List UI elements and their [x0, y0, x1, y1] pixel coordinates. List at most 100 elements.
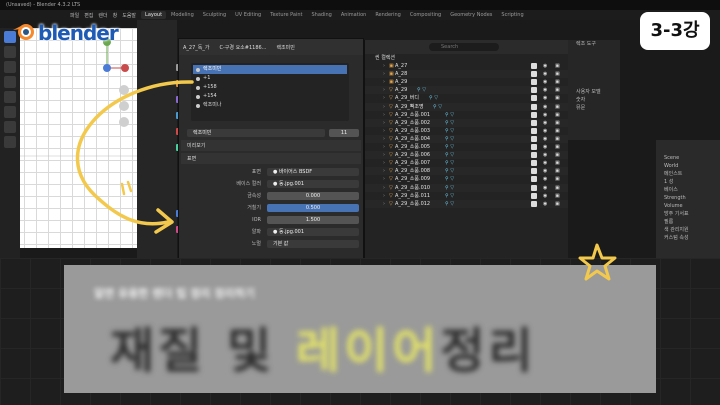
object-row[interactable]: › ▽ A_29_소품.003 ⚲ ▽ ◉ ▣ [365, 127, 568, 135]
panel-item[interactable]: 방주 기서표 [656, 210, 720, 218]
render-camera-icon[interactable]: ▣ [555, 135, 560, 143]
expand-arrow-icon[interactable]: › [383, 86, 385, 94]
render-camera-icon[interactable]: ▣ [555, 70, 560, 78]
expand-arrow-icon[interactable]: › [383, 78, 385, 86]
object-row[interactable]: › ▽ A_29_소품.010 ⚲ ▽ ◉ ▣ [365, 183, 568, 192]
object-row[interactable]: › ▽ A_29_소품.008 ⚲ ▽ ◉ ▣ [365, 167, 568, 176]
object-row[interactable]: › ▽ A_29_소품.004 ⚲ ▽ ◉ ▣ [365, 134, 568, 144]
panel-item[interactable]: 베이스 [656, 186, 720, 194]
tab-compositing[interactable]: Compositing [406, 11, 445, 19]
render-camera-icon[interactable]: ▣ [555, 103, 560, 111]
scale-tool-icon[interactable] [4, 91, 16, 103]
object-row[interactable]: › ▽ A_29_소품.012 ⚲ ▽ ◉ ▣ [365, 199, 568, 208]
visibility-eye-icon[interactable]: ◉ [543, 119, 547, 127]
render-camera-icon[interactable]: ▣ [555, 192, 560, 200]
visibility-eye-icon[interactable]: ◉ [543, 86, 547, 94]
material-slot[interactable]: 렉조미나 [193, 101, 347, 110]
exclude-checkbox[interactable] [531, 200, 537, 207]
exclude-checkbox[interactable] [531, 95, 537, 102]
render-camera-icon[interactable]: ▣ [555, 175, 560, 183]
preview-section[interactable]: 미리보기 [181, 140, 361, 151]
panel-item[interactable]: Volume [656, 202, 720, 210]
object-row[interactable]: › ▽ A_29_뻑조명 ⚲ ▽ ◉ ▣ [365, 102, 568, 111]
material-slot[interactable]: +154 [193, 92, 347, 101]
exclude-checkbox[interactable] [531, 79, 537, 86]
object-row[interactable]: › ▽ A_29_소품.006 ⚲ ▽ ◉ ▣ [365, 151, 568, 160]
scene-collection-row[interactable]: 씬 컬렉션 [365, 54, 568, 62]
row-value[interactable]: ● 동.jpg.001 [267, 227, 359, 236]
tab-scripting[interactable]: Scripting [497, 11, 527, 19]
tab-sculpting[interactable]: Sculpting [199, 11, 230, 19]
render-camera-icon[interactable]: ▣ [555, 167, 560, 175]
expand-arrow-icon[interactable]: › [383, 111, 385, 119]
collection-row[interactable]: › ▣ A_27 ◉ ▣ [365, 62, 568, 70]
expand-arrow-icon[interactable]: › [383, 62, 385, 70]
collection-row[interactable]: › ▣ A_29 ◉ ▣ [365, 78, 568, 86]
visibility-eye-icon[interactable]: ◉ [543, 94, 547, 102]
render-camera-icon[interactable]: ▣ [555, 94, 560, 102]
object-row[interactable]: › ▽ A_29_버디 ⚲ ▽ ◉ ▣ [365, 94, 568, 102]
panel-item[interactable]: 메인스트 [656, 170, 720, 178]
exclude-checkbox[interactable] [531, 144, 537, 151]
exclude-checkbox[interactable] [531, 176, 537, 183]
render-camera-icon[interactable]: ▣ [555, 200, 560, 208]
collection-row[interactable]: › ▣ A_28 ◉ ▣ [365, 70, 568, 79]
exclude-checkbox[interactable] [531, 168, 537, 175]
panel-item[interactable]: 색 관리지원 [656, 226, 720, 234]
render-camera-icon[interactable]: ▣ [555, 78, 560, 86]
render-camera-icon[interactable]: ▣ [555, 62, 560, 70]
visibility-eye-icon[interactable]: ◉ [543, 184, 547, 192]
render-camera-icon[interactable]: ▣ [555, 151, 560, 159]
render-camera-icon[interactable]: ▣ [555, 184, 560, 192]
expand-arrow-icon[interactable]: › [383, 119, 385, 127]
exclude-checkbox[interactable] [531, 119, 537, 126]
exclude-checkbox[interactable] [531, 103, 537, 110]
exclude-checkbox[interactable] [531, 63, 537, 70]
cursor-tool-icon[interactable] [4, 46, 16, 58]
visibility-eye-icon[interactable]: ◉ [543, 159, 547, 167]
panel-item[interactable]: Strength [656, 194, 720, 202]
object-row[interactable]: › ▽ A_29_소품.007 ⚲ ▽ ◉ ▣ [365, 159, 568, 167]
visibility-eye-icon[interactable]: ◉ [543, 143, 547, 151]
exclude-checkbox[interactable] [531, 87, 537, 94]
outliner-search-input[interactable]: Search [429, 43, 499, 51]
render-camera-icon[interactable]: ▣ [555, 119, 560, 127]
exclude-checkbox[interactable] [531, 111, 537, 118]
expand-arrow-icon[interactable]: › [383, 151, 385, 159]
row-value[interactable]: 1.500 [267, 215, 359, 224]
object-row[interactable]: › ▽ A_29_소품.011 ⚲ ▽ ◉ ▣ [365, 192, 568, 200]
exclude-checkbox[interactable] [531, 192, 537, 199]
object-row[interactable]: › ▽ A_29_소품.009 ⚲ ▽ ◉ ▣ [365, 175, 568, 183]
exclude-checkbox[interactable] [531, 152, 537, 159]
row-value[interactable]: 0.500 [267, 203, 359, 212]
tab-shading[interactable]: Shading [308, 11, 336, 19]
render-camera-icon[interactable]: ▣ [555, 143, 560, 151]
visibility-eye-icon[interactable]: ◉ [543, 70, 547, 78]
visibility-eye-icon[interactable]: ◉ [543, 62, 547, 70]
transform-tool-icon[interactable] [4, 106, 16, 118]
expand-arrow-icon[interactable]: › [383, 143, 385, 151]
annotate-tool-icon[interactable] [4, 121, 16, 133]
material-selector[interactable]: 렉조미민 [187, 128, 325, 137]
visibility-eye-icon[interactable]: ◉ [543, 151, 547, 159]
render-camera-icon[interactable]: ▣ [555, 159, 560, 167]
tab-geometry-nodes[interactable]: Geometry Nodes [446, 11, 496, 19]
move-tool-icon[interactable] [4, 61, 16, 73]
scene-label[interactable]: Scene [656, 154, 720, 162]
visibility-eye-icon[interactable]: ◉ [543, 167, 547, 175]
expand-arrow-icon[interactable]: › [383, 200, 385, 208]
tab-uv-editing[interactable]: UV Editing [231, 11, 265, 19]
material-slot[interactable]: +1 [193, 74, 347, 83]
row-value[interactable]: 0.000 [267, 191, 359, 200]
tab-rendering[interactable]: Rendering [371, 11, 405, 19]
measure-tool-icon[interactable] [4, 136, 16, 148]
exclude-checkbox[interactable] [531, 135, 537, 142]
visibility-eye-icon[interactable]: ◉ [543, 192, 547, 200]
visibility-eye-icon[interactable]: ◉ [543, 175, 547, 183]
expand-arrow-icon[interactable]: › [383, 159, 385, 167]
expand-arrow-icon[interactable]: › [383, 184, 385, 192]
3d-viewport[interactable] [0, 28, 137, 248]
visibility-eye-icon[interactable]: ◉ [543, 200, 547, 208]
render-camera-icon[interactable]: ▣ [555, 127, 560, 135]
material-slot[interactable]: +158 [193, 83, 347, 92]
